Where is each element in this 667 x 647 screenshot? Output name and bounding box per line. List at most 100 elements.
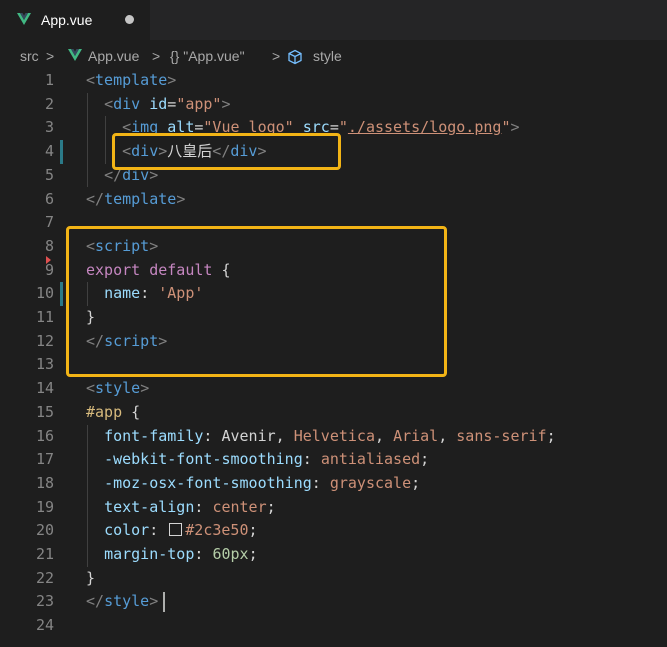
code-token: Helvetica <box>293 426 375 445</box>
breadcrumb-file[interactable]: App.vue <box>88 48 139 64</box>
indent-guide <box>105 116 106 164</box>
breadcrumb-object[interactable]: {} "App.vue" <box>170 48 245 64</box>
code-line[interactable]: 19 text-align: center; <box>0 496 667 520</box>
tab-app-vue[interactable]: App.vue <box>0 0 150 40</box>
code-token: center <box>212 497 267 516</box>
code-text: <template> <box>86 69 176 93</box>
code-line[interactable]: 20 color: #2c3e50; <box>0 519 667 543</box>
code-token: 60px <box>212 545 249 563</box>
code-text: -moz-osx-font-smoothing: grayscale; <box>86 472 420 496</box>
line-number: 3 <box>44 118 54 137</box>
code-line[interactable]: 15 #app { <box>0 401 667 425</box>
code-token: color <box>104 521 150 540</box>
code-token: ; <box>411 473 421 492</box>
unsaved-dot-icon[interactable] <box>125 15 134 24</box>
code-token: #app <box>86 402 123 421</box>
code-line[interactable]: 6 </template> <box>0 188 667 212</box>
code-token: < <box>86 379 96 398</box>
indent-guide <box>87 92 88 188</box>
code-token: "app" <box>176 94 222 113</box>
editor-tab-bar: App.vue <box>0 0 667 40</box>
line-number: 17 <box>35 450 54 469</box>
code-token: text-align <box>104 497 195 516</box>
text-cursor <box>163 592 165 613</box>
vue-logo-icon <box>17 12 31 28</box>
code-token: = <box>167 94 177 113</box>
line-number: 16 <box>35 426 54 445</box>
highlight-box <box>112 133 341 170</box>
code-token: style <box>95 379 141 398</box>
code-text: #app { <box>86 401 140 425</box>
code-line[interactable]: 1 <template> <box>0 69 667 93</box>
code-line[interactable]: 22} <box>0 567 667 591</box>
code-text: <div id="app"> <box>86 93 231 117</box>
line-number: 13 <box>35 355 54 374</box>
modified-line-marker <box>60 140 63 164</box>
indent-guide <box>87 424 88 567</box>
code-token: { <box>122 402 141 421</box>
code-token: > <box>140 379 150 398</box>
tab-label: App.vue <box>41 12 93 28</box>
code-token: margin-top <box>104 545 195 563</box>
code-token: #2c3e50 <box>185 521 249 540</box>
code-token: : <box>302 450 321 469</box>
chevron-right-icon: > <box>272 48 281 64</box>
code-token: </ <box>86 592 105 611</box>
color-swatch-icon[interactable] <box>169 523 183 537</box>
code-token: > <box>167 71 177 89</box>
code-token: ; <box>266 497 276 516</box>
code-token: > <box>149 592 159 611</box>
breadcrumb-symbol[interactable]: style <box>313 48 342 64</box>
breadcrumb: src > App.vue > {} "App.vue" > style <box>0 44 667 68</box>
code-line[interactable]: 23 </style> <box>0 590 667 614</box>
modified-line-marker <box>60 282 63 306</box>
chevron-right-icon: > <box>46 48 55 64</box>
code-token: font-family <box>104 426 204 445</box>
code-token: ; <box>248 521 258 540</box>
line-number: 14 <box>35 379 54 398</box>
code-text: font-family: Avenir, Helvetica, Arial, s… <box>86 425 556 449</box>
code-token: > <box>510 118 520 137</box>
line-number: 12 <box>35 331 54 350</box>
line-number: 4 <box>44 142 54 161</box>
code-token: > <box>221 94 231 113</box>
line-number: 6 <box>44 189 54 208</box>
code-token: Arial <box>393 426 439 445</box>
code-token: : <box>311 473 330 492</box>
code-line[interactable]: 24 <box>0 614 667 638</box>
code-token: ; <box>420 450 430 469</box>
code-text: <style> <box>86 377 149 401</box>
code-token: : Avenir, <box>203 426 294 445</box>
code-line[interactable]: 2 <div id="app"> <box>0 93 667 117</box>
code-line[interactable]: 14 <style> <box>0 377 667 401</box>
code-line[interactable]: 17 -webkit-font-smoothing: antialiased; <box>0 448 667 472</box>
code-token: > <box>176 189 186 208</box>
vue-logo-icon <box>68 48 82 64</box>
code-line[interactable]: 21 margin-top: 60px; <box>0 543 667 567</box>
line-number: 18 <box>35 473 54 492</box>
line-number: 5 <box>44 165 54 184</box>
breadcrumb-folder[interactable]: src <box>20 48 39 64</box>
code-token: ./assets/logo.png <box>347 118 502 137</box>
line-number: 11 <box>35 308 54 326</box>
chevron-right-icon: > <box>152 48 161 64</box>
code-token: : <box>149 521 168 540</box>
code-token: sans-serif <box>456 426 547 445</box>
cube-icon <box>287 49 303 68</box>
code-token: : <box>194 497 213 516</box>
line-number: 23 <box>35 592 54 611</box>
code-line[interactable]: 16 font-family: Avenir, Helvetica, Arial… <box>0 425 667 449</box>
code-line[interactable]: 18 -moz-osx-font-smoothing: grayscale; <box>0 472 667 496</box>
code-token: template <box>104 189 177 208</box>
line-number: 2 <box>44 94 54 113</box>
line-number: 22 <box>35 568 54 587</box>
code-text: </style> <box>86 590 158 614</box>
line-number: 15 <box>35 402 54 421</box>
code-token: style <box>104 592 150 611</box>
